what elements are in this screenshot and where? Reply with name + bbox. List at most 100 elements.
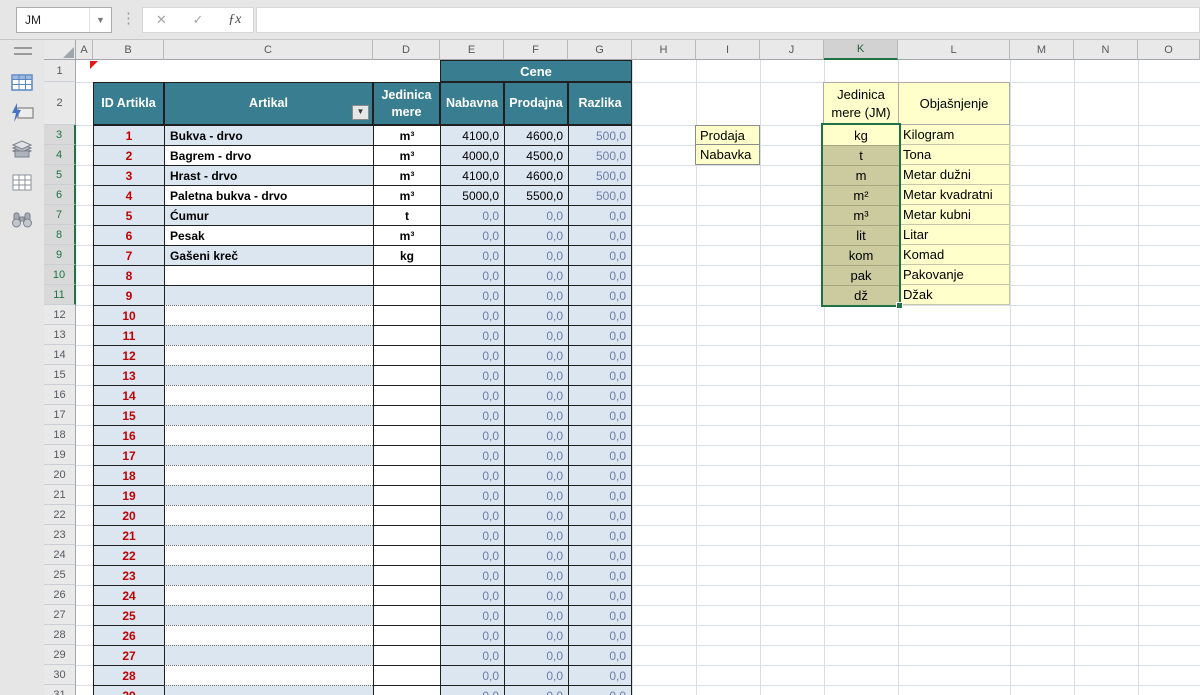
header-id-artikla[interactable]: ID Artikla: [93, 82, 164, 125]
cell-nabavna[interactable]: 0,0: [440, 285, 504, 305]
cell-razlika[interactable]: 0,0: [568, 645, 632, 665]
cell-razlika[interactable]: 0,0: [568, 545, 632, 565]
table-icon[interactable]: [9, 72, 37, 96]
column-header-B[interactable]: B: [93, 40, 164, 60]
menu-icon[interactable]: [14, 47, 32, 59]
cell-unit[interactable]: [373, 445, 440, 465]
cell-artikal[interactable]: [164, 325, 373, 345]
column-header-N[interactable]: N: [1074, 40, 1138, 60]
cell-prodajna[interactable]: 0,0: [504, 205, 568, 225]
cell-unit[interactable]: [373, 425, 440, 445]
cell-unit[interactable]: [373, 385, 440, 405]
cell-razlika[interactable]: 0,0: [568, 445, 632, 465]
cell-razlika[interactable]: 0,0: [568, 225, 632, 245]
cell-nabavna[interactable]: 0,0: [440, 645, 504, 665]
cell-razlika[interactable]: 0,0: [568, 405, 632, 425]
cell-nabavna[interactable]: 0,0: [440, 605, 504, 625]
cell-unit[interactable]: [373, 365, 440, 385]
cell-nabavna[interactable]: 0,0: [440, 485, 504, 505]
cell-nabavna[interactable]: 4100,0: [440, 125, 504, 145]
cell-id[interactable]: 2: [93, 145, 164, 165]
cell-artikal[interactable]: [164, 445, 373, 465]
cell-artikal[interactable]: [164, 625, 373, 645]
cell-nabavna[interactable]: 0,0: [440, 505, 504, 525]
cell-razlika[interactable]: 500,0: [568, 185, 632, 205]
cell-artikal[interactable]: [164, 545, 373, 565]
cell-nabavna[interactable]: 0,0: [440, 305, 504, 325]
cell-artikal[interactable]: [164, 365, 373, 385]
cell-nabavna[interactable]: 0,0: [440, 465, 504, 485]
unit-desc-cell[interactable]: Džak: [899, 285, 1010, 305]
cell-prodajna[interactable]: 4600,0: [504, 125, 568, 145]
cell-nabavna[interactable]: 0,0: [440, 365, 504, 385]
name-box[interactable]: JM ▼: [16, 7, 112, 33]
cell-unit[interactable]: m³: [373, 165, 440, 185]
cell-artikal[interactable]: [164, 505, 373, 525]
cell-unit[interactable]: [373, 465, 440, 485]
row-header-10[interactable]: 10: [44, 265, 76, 285]
cell-artikal[interactable]: Gašeni kreč: [164, 245, 373, 265]
row-header-14[interactable]: 14: [44, 345, 76, 365]
unit-desc-cell[interactable]: Litar: [899, 225, 1010, 245]
cell-razlika[interactable]: 0,0: [568, 485, 632, 505]
cell-artikal[interactable]: [164, 685, 373, 695]
cell-prodajna[interactable]: 0,0: [504, 605, 568, 625]
row-header-13[interactable]: 13: [44, 325, 76, 345]
column-header-A[interactable]: A: [76, 40, 93, 60]
column-header-M[interactable]: M: [1010, 40, 1074, 60]
cell-nabavna[interactable]: 0,0: [440, 405, 504, 425]
enter-button[interactable]: ✓: [180, 8, 217, 32]
cell-prodajna[interactable]: 0,0: [504, 225, 568, 245]
column-header-J[interactable]: J: [760, 40, 824, 60]
cene-merged-header[interactable]: Cene: [440, 60, 632, 82]
row-header-28[interactable]: 28: [44, 625, 76, 645]
cell-razlika[interactable]: 0,0: [568, 605, 632, 625]
cell-unit[interactable]: [373, 405, 440, 425]
cell-unit[interactable]: [373, 605, 440, 625]
flash-fill-icon[interactable]: [9, 102, 37, 126]
cell-prodajna[interactable]: 0,0: [504, 485, 568, 505]
cell-razlika[interactable]: 0,0: [568, 365, 632, 385]
cell-artikal[interactable]: [164, 405, 373, 425]
unit-desc-cell[interactable]: Tona: [899, 145, 1010, 165]
cell-unit[interactable]: m³: [373, 145, 440, 165]
cell-unit[interactable]: [373, 645, 440, 665]
row-header-16[interactable]: 16: [44, 385, 76, 405]
row-header-29[interactable]: 29: [44, 645, 76, 665]
column-header-K[interactable]: K: [824, 40, 898, 60]
cell-razlika[interactable]: 500,0: [568, 125, 632, 145]
cell-unit[interactable]: [373, 505, 440, 525]
cell-razlika[interactable]: 500,0: [568, 165, 632, 185]
row-header-31[interactable]: 31: [44, 685, 76, 695]
cell-artikal[interactable]: [164, 585, 373, 605]
cell-unit[interactable]: [373, 545, 440, 565]
cell-razlika[interactable]: 0,0: [568, 325, 632, 345]
cell-razlika[interactable]: 0,0: [568, 505, 632, 525]
cell-unit[interactable]: [373, 525, 440, 545]
cell-nabavna[interactable]: 0,0: [440, 385, 504, 405]
cell-artikal[interactable]: [164, 265, 373, 285]
row-header-5[interactable]: 5: [44, 165, 76, 185]
unit-desc-cell[interactable]: Kilogram: [899, 125, 1010, 145]
cell-prodajna[interactable]: 0,0: [504, 565, 568, 585]
header-artikal[interactable]: Artikal ▼: [164, 82, 373, 125]
cell-prodajna[interactable]: 5500,0: [504, 185, 568, 205]
cell-prodajna[interactable]: 0,0: [504, 325, 568, 345]
column-header-H[interactable]: H: [632, 40, 696, 60]
cell-id[interactable]: 19: [93, 485, 164, 505]
cell-nabavna[interactable]: 0,0: [440, 425, 504, 445]
cell-razlika[interactable]: 0,0: [568, 565, 632, 585]
cell-unit[interactable]: [373, 485, 440, 505]
row-header-12[interactable]: 12: [44, 305, 76, 325]
cell-nabavna[interactable]: 0,0: [440, 525, 504, 545]
cell-artikal[interactable]: [164, 565, 373, 585]
cell-unit[interactable]: [373, 305, 440, 325]
cell-unit[interactable]: [373, 565, 440, 585]
cell-unit[interactable]: [373, 345, 440, 365]
cell-unit[interactable]: m³: [373, 185, 440, 205]
cell-prodajna[interactable]: 4600,0: [504, 165, 568, 185]
cell-id[interactable]: 8: [93, 265, 164, 285]
column-header-O[interactable]: O: [1138, 40, 1200, 60]
cell-artikal[interactable]: [164, 385, 373, 405]
row-header-18[interactable]: 18: [44, 425, 76, 445]
